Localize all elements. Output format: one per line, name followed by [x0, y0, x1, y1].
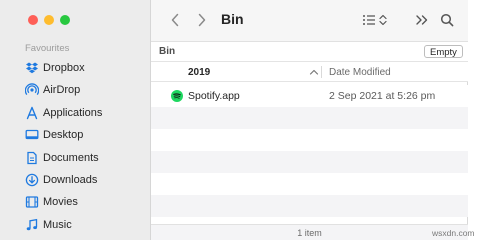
column-header-date-modified[interactable]: Date Modified: [329, 67, 391, 78]
sidebar-item-movies[interactable]: Movies: [25, 192, 78, 212]
sidebar-item-label: Documents: [43, 152, 99, 164]
movies-icon: [25, 195, 39, 209]
item-count: 1 item: [297, 228, 322, 238]
applications-icon: [25, 106, 39, 120]
empty-row: [151, 173, 468, 195]
window-title: Bin: [221, 11, 244, 27]
sidebar: Favourites Dropbox AirDrop Applications …: [0, 0, 151, 240]
sidebar-item-label: Applications: [43, 107, 103, 119]
close-window-button[interactable]: [28, 15, 38, 25]
file-date-modified: 2 Sep 2021 at 5:26 pm: [329, 90, 436, 102]
column-header: 2019 Date Modified: [151, 62, 468, 82]
chevron-left-icon: [171, 13, 179, 27]
status-bar: 1 item: [151, 224, 468, 240]
sidebar-item-music[interactable]: Music: [25, 215, 72, 235]
table-row[interactable]: Spotify.app 2 Sep 2021 at 5:26 pm: [151, 85, 468, 107]
airdrop-icon: [25, 83, 39, 97]
desktop-icon: [25, 128, 39, 142]
sidebar-item-desktop[interactable]: Desktop: [25, 125, 83, 145]
empty-row: [151, 151, 468, 173]
sidebar-item-airdrop[interactable]: AirDrop: [25, 80, 80, 100]
minimize-window-button[interactable]: [44, 15, 54, 25]
sidebar-item-documents[interactable]: Documents: [25, 148, 99, 168]
column-header-name[interactable]: 2019: [188, 67, 210, 78]
dropbox-icon: [25, 61, 39, 75]
sidebar-item-label: Downloads: [43, 174, 98, 186]
empty-row: [151, 129, 468, 151]
search-icon: [440, 13, 454, 27]
empty-row: [151, 195, 468, 217]
sidebar-item-label: Dropbox: [43, 62, 85, 74]
double-chevron-right-icon: [416, 15, 428, 25]
list-view-icon: [363, 14, 387, 26]
search-button[interactable]: [439, 12, 455, 28]
back-button[interactable]: [166, 11, 184, 29]
bin-label: Bin: [159, 46, 176, 57]
view-options-button[interactable]: [361, 12, 393, 28]
chevron-up-icon[interactable]: [309, 67, 319, 77]
spotify-icon: [171, 90, 183, 102]
finder-window: Favourites Dropbox AirDrop Applications …: [0, 0, 468, 240]
forward-button[interactable]: [193, 11, 211, 29]
file-name: Spotify.app: [188, 90, 240, 102]
empty-row: [151, 107, 468, 129]
column-divider[interactable]: [321, 66, 322, 78]
documents-icon: [25, 151, 39, 165]
sidebar-section-favourites: Favourites: [25, 43, 70, 54]
downloads-icon: [25, 173, 39, 187]
sidebar-item-downloads[interactable]: Downloads: [25, 170, 97, 190]
more-toolbar-button[interactable]: [414, 12, 430, 28]
toolbar: Bin: [151, 0, 468, 42]
zoom-window-button[interactable]: [60, 15, 70, 25]
bin-header-bar: Bin Empty: [151, 42, 468, 62]
watermark: wsxdn.com: [432, 228, 475, 238]
sidebar-item-applications[interactable]: Applications: [25, 103, 102, 123]
chevron-right-icon: [198, 13, 206, 27]
sidebar-item-label: AirDrop: [43, 84, 81, 96]
sidebar-item-label: Desktop: [43, 129, 84, 141]
sidebar-item-label: Movies: [43, 196, 78, 208]
empty-bin-button[interactable]: Empty: [424, 45, 463, 58]
sidebar-item-dropbox[interactable]: Dropbox: [25, 58, 85, 78]
music-icon: [25, 218, 39, 232]
sidebar-item-label: Music: [43, 219, 72, 231]
